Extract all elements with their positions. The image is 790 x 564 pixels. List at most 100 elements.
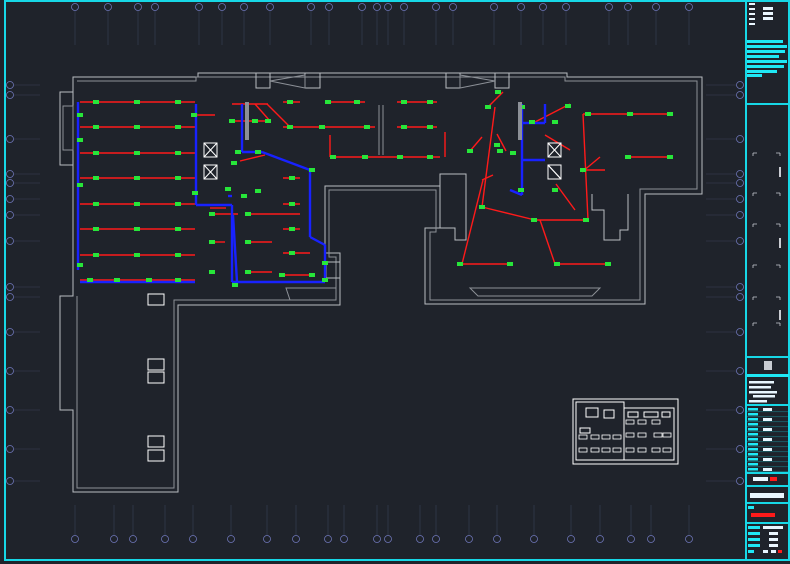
axis-bubble-icon xyxy=(416,535,424,543)
diffuser-icon xyxy=(245,240,251,244)
diffuser-icon xyxy=(364,125,370,129)
title-block-text xyxy=(747,50,785,53)
keyplan-room xyxy=(590,447,600,453)
diffuser-icon xyxy=(510,151,516,155)
diffuser-icon xyxy=(209,212,215,216)
keyplan-room xyxy=(590,434,600,440)
diffuser-icon xyxy=(485,105,491,109)
column-3 xyxy=(147,371,165,384)
title-block-text xyxy=(748,532,760,535)
title-block-text xyxy=(747,40,783,43)
diffuser-icon xyxy=(625,155,631,159)
diffuser-icon xyxy=(529,120,535,124)
title-block xyxy=(746,3,789,553)
diffuser-icon xyxy=(322,261,328,265)
diffuser-icon xyxy=(309,273,315,277)
axis-bubble-icon xyxy=(218,3,226,11)
title-block-text xyxy=(748,506,754,509)
axis-bubble-icon xyxy=(432,535,440,543)
diffuser-icon xyxy=(255,150,261,154)
diffuser-icon xyxy=(175,227,181,231)
diffuser-icon xyxy=(255,189,261,193)
riser-2 xyxy=(518,102,522,140)
title-block-text xyxy=(747,74,762,77)
axis-bubble-icon xyxy=(530,535,538,543)
axis-bubble-icon xyxy=(567,535,575,543)
title-block-text xyxy=(748,443,758,446)
diffuser-icon xyxy=(518,188,524,192)
axis-bubble-icon xyxy=(6,445,14,453)
column-5 xyxy=(147,449,165,462)
diffuser-icon xyxy=(279,273,285,277)
diffuser-icon xyxy=(309,168,315,172)
supply-duct xyxy=(461,179,484,265)
main-duct xyxy=(261,150,311,172)
keyplan-room xyxy=(578,447,588,453)
axis-bubble-icon xyxy=(596,535,604,543)
courtyard-right xyxy=(439,173,467,241)
axis-bubble-icon xyxy=(110,535,118,543)
title-block-text xyxy=(750,493,784,498)
axis-bubble-icon xyxy=(685,3,693,11)
riser-1 xyxy=(245,102,249,140)
title-block-text xyxy=(763,526,783,529)
title-block-text xyxy=(748,428,758,431)
diffuser-icon xyxy=(134,253,140,257)
diffuser-icon xyxy=(146,278,152,282)
window-room-left xyxy=(325,261,341,279)
diffuser-icon xyxy=(401,100,407,104)
axis-bubble-icon xyxy=(134,3,142,11)
diffuser-icon xyxy=(605,262,611,266)
axis-bubble-icon xyxy=(736,91,744,99)
title-block-text xyxy=(763,428,772,431)
axis-bubble-icon xyxy=(325,3,333,11)
diffuser-icon xyxy=(209,270,215,274)
keyplan-room xyxy=(601,434,611,440)
diffuser-icon xyxy=(231,161,237,165)
corner-mark xyxy=(752,264,757,268)
diffuser-icon xyxy=(495,90,501,94)
axis-bubble-icon xyxy=(605,3,613,11)
keyplan-room xyxy=(578,434,588,440)
diffuser-icon xyxy=(427,155,433,159)
axis-bubble-icon xyxy=(129,535,137,543)
balcony-bottom xyxy=(468,287,602,297)
axis-bubble-icon xyxy=(6,293,14,301)
diffuser-icon xyxy=(77,263,83,267)
diffuser-icon xyxy=(287,125,293,129)
diffuser-icon xyxy=(245,270,251,274)
diffuser-icon xyxy=(552,120,558,124)
diffuser-icon xyxy=(479,205,485,209)
diffuser-icon xyxy=(134,125,140,129)
diffuser-icon xyxy=(229,119,235,123)
axis-bubble-icon xyxy=(736,211,744,219)
keyplan-room xyxy=(637,447,647,453)
axis-bubble-icon xyxy=(6,237,14,245)
axis-bubble-icon xyxy=(340,535,348,543)
axis-bubble-icon xyxy=(324,535,332,543)
supply-duct xyxy=(534,103,571,123)
key-plan-icon xyxy=(572,398,679,465)
title-block-text xyxy=(748,526,760,529)
diffuser-icon xyxy=(77,183,83,187)
keyplan-room xyxy=(612,434,622,440)
keyplan-room xyxy=(601,447,611,453)
supply-duct xyxy=(254,103,271,122)
title-block-text xyxy=(748,423,758,426)
axis-bubble-icon xyxy=(493,535,501,543)
title-block-text xyxy=(747,60,787,63)
axis-bubble-icon xyxy=(6,195,14,203)
diffuser-icon xyxy=(114,278,120,282)
diffuser-icon xyxy=(397,155,403,159)
corner-mark xyxy=(752,322,757,326)
diffuser-icon xyxy=(401,125,407,129)
title-block-text xyxy=(748,468,758,471)
title-block-text xyxy=(747,70,777,73)
top-shaft-2 xyxy=(445,72,510,89)
axis-bubble-icon xyxy=(384,535,392,543)
title-block-text xyxy=(748,433,758,436)
courtyard-right-b xyxy=(591,194,629,241)
diffuser-icon xyxy=(287,100,293,104)
diffuser-icon xyxy=(134,176,140,180)
axis-bubble-icon xyxy=(517,3,525,11)
